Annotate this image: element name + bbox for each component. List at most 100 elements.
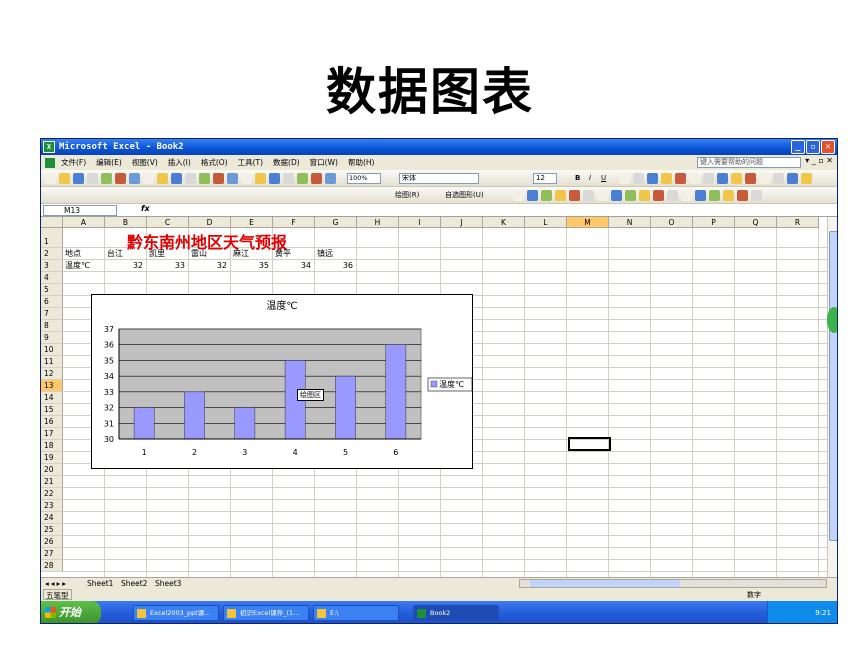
task-ppt-2[interactable]: 初识Excel课件_(1... [223,605,309,621]
toolbar-button-icon[interactable] [703,173,714,184]
row-header-12[interactable]: 12 [41,368,63,380]
bar-chart[interactable]: 温度℃30313233343536371 2 3 4 5 6温度℃ [92,295,472,468]
toolbar-button-icon[interactable] [695,190,706,201]
toolbar-button-icon[interactable] [213,173,224,184]
toolbar-button-icon[interactable] [737,190,748,201]
toolbar-button-icon[interactable] [269,173,280,184]
ime-toolbar[interactable]: 五笔型 [43,589,72,600]
toolbar-button-icon[interactable] [311,173,322,184]
row-header-7[interactable]: 7 [41,308,63,320]
toolbar-button-icon[interactable] [681,190,692,201]
menu-tools[interactable]: 工具(T) [238,157,263,168]
task-explorer[interactable]: E:\ [313,605,399,621]
horizontal-scroll-thumb[interactable] [530,580,680,587]
toolbar-button-icon[interactable] [129,173,140,184]
cell-f2[interactable]: 黄平 [275,248,291,259]
row-header-9[interactable]: 9 [41,332,63,344]
row-header-26[interactable]: 26 [41,536,63,548]
row-header-28[interactable]: 28 [41,560,63,572]
row-header-14[interactable]: 14 [41,392,63,404]
toolbar-button-icon[interactable] [653,190,664,201]
toolbar-button-icon[interactable] [241,173,252,184]
column-header-m[interactable]: M [567,217,609,228]
toolbar-button-icon[interactable] [73,173,84,184]
cell-f3[interactable]: 34 [275,260,311,271]
toolbar-button-icon[interactable] [633,173,644,184]
toolbar-button-icon[interactable] [59,173,70,184]
row-header-23[interactable]: 23 [41,500,63,512]
row-header-24[interactable]: 24 [41,512,63,524]
toolbar-button-icon[interactable] [157,173,168,184]
column-header-j[interactable]: J [441,217,483,228]
horizontal-scrollbar[interactable] [519,579,827,588]
menu-file[interactable]: 文件(F) [61,157,86,168]
active-cell-m13[interactable] [568,437,611,451]
toolbar-button-icon[interactable] [569,190,580,201]
bold-button[interactable]: B [575,173,580,184]
column-header-e[interactable]: E [231,217,273,228]
zoom-select[interactable]: 100% [347,173,381,184]
toolbar-button-icon[interactable] [745,173,756,184]
fx-icon[interactable]: fx [141,204,150,213]
row-header-16[interactable]: 16 [41,416,63,428]
drawing-menu-button[interactable]: 绘图(R) [395,190,419,201]
column-header-q[interactable]: Q [735,217,777,228]
cell-c3[interactable]: 33 [149,260,185,271]
row-header-4[interactable]: 4 [41,272,63,284]
toolbar-button-icon[interactable] [731,173,742,184]
row-header-21[interactable]: 21 [41,476,63,488]
cell-g3[interactable]: 36 [317,260,353,271]
menu-help[interactable]: 帮助(H) [348,157,375,168]
toolbar-button-icon[interactable] [689,173,700,184]
column-header-n[interactable]: N [609,217,651,228]
row-header-8[interactable]: 8 [41,320,63,332]
row-header-10[interactable]: 10 [41,344,63,356]
toolbar-button-icon[interactable] [199,173,210,184]
toolbar-button-icon[interactable] [717,173,728,184]
name-box[interactable]: M13 [43,205,117,216]
toolbar-button-icon[interactable] [639,190,650,201]
title-bar[interactable]: X Microsoft Excel - Book2 _ ▫ ✕ [41,139,837,155]
toolbar-button-icon[interactable] [185,173,196,184]
toolbar-button-icon[interactable] [555,190,566,201]
toolbar-button-icon[interactable] [709,190,720,201]
cell-e2[interactable]: 麻江 [233,248,249,259]
toolbar-button-icon[interactable] [723,190,734,201]
row-header-1[interactable]: 1 [41,228,63,248]
minimize-button[interactable]: _ [791,140,805,154]
row-header-19[interactable]: 19 [41,452,63,464]
floating-green-widget[interactable] [827,307,837,333]
row-header-25[interactable]: 25 [41,524,63,536]
task-excel[interactable]: Book2 [413,605,499,621]
menu-edit[interactable]: 编辑(E) [96,157,122,168]
toolbar-button-icon[interactable] [115,173,126,184]
row-header-13[interactable]: 13 [41,380,63,392]
menu-data[interactable]: 数据(D) [273,157,300,168]
toolbar-button-icon[interactable] [597,190,608,201]
menu-format[interactable]: 格式(O) [201,157,228,168]
toolbar-button-icon[interactable] [541,190,552,201]
vertical-scroll-thumb[interactable] [829,231,837,541]
toolbar-button-icon[interactable] [619,173,630,184]
toolbar-button-icon[interactable] [647,173,658,184]
cell-c2[interactable]: 凯里 [149,248,165,259]
row-header-15[interactable]: 15 [41,404,63,416]
toolbar-button-icon[interactable] [297,173,308,184]
workbook-close-icon[interactable]: ▾ _ ▫ ✕ [805,156,833,165]
column-header-f[interactable]: F [273,217,315,228]
row-header-18[interactable]: 18 [41,440,63,452]
task-ppt[interactable]: Excel2003_ppt课... [133,605,219,621]
toolbar-button-icon[interactable] [667,190,678,201]
toolbar-button-icon[interactable] [513,190,524,201]
cell-b3[interactable]: 32 [107,260,143,271]
row-header-22[interactable]: 22 [41,488,63,500]
row-header-2[interactable]: 2 [41,248,63,260]
toolbar-button-icon[interactable] [255,173,266,184]
column-header-d[interactable]: D [189,217,231,228]
toolbar-button-icon[interactable] [227,173,238,184]
column-header-b[interactable]: B [105,217,147,228]
row-header-11[interactable]: 11 [41,356,63,368]
toolbar-button-icon[interactable] [773,173,784,184]
cell-e3[interactable]: 35 [233,260,269,271]
close-button[interactable]: ✕ [821,140,835,154]
